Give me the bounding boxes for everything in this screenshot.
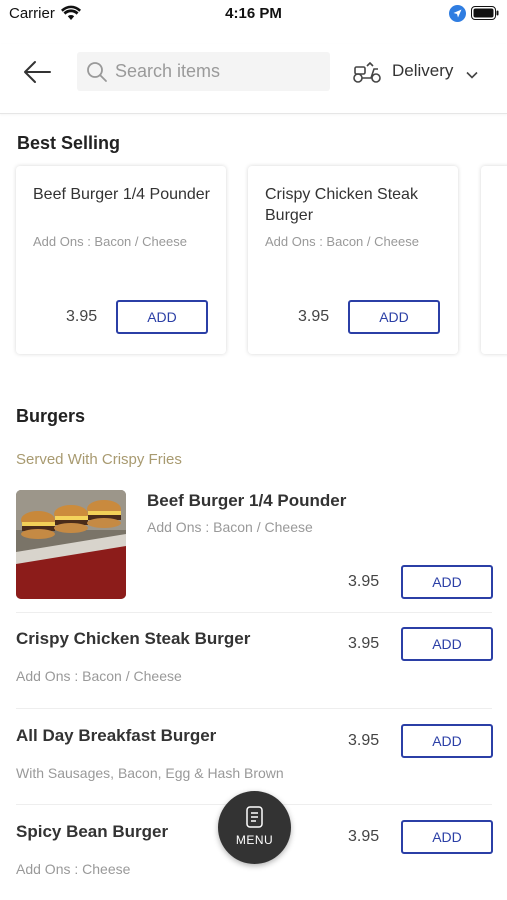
card-item-name: Crispy Chicken Steak Burger (265, 186, 418, 224)
menu-icon (245, 806, 264, 833)
card-item-price: 3.95 (66, 308, 98, 325)
add-button[interactable]: ADD (401, 627, 493, 661)
search-icon (86, 61, 108, 88)
menu-item-addons: Add Ons : Bacon / Cheese (147, 519, 313, 535)
menu-button[interactable]: MENU (218, 791, 291, 864)
menu-item-name: Crispy Chicken Steak Burger (16, 629, 251, 648)
burgers-section-title: Burgers (16, 406, 86, 426)
back-arrow-icon (24, 61, 51, 83)
best-selling-card-partial[interactable] (481, 166, 507, 354)
scooter-icon (352, 60, 382, 89)
chevron-down-icon (466, 66, 478, 84)
header-bar: Delivery (0, 44, 507, 114)
add-button[interactable]: ADD (401, 565, 493, 599)
menu-item-name: Beef Burger 1/4 Pounder (147, 491, 347, 510)
menu-item-addons: Add Ons : Cheese (16, 861, 131, 877)
back-button[interactable] (20, 58, 54, 86)
menu-item-price: 3.95 (348, 732, 380, 749)
menu-item-name: All Day Breakfast Burger (16, 726, 217, 745)
best-selling-title: Best Selling (17, 133, 121, 153)
best-selling-card[interactable]: Beef Burger 1/4 Pounder Add Ons : Bacon … (16, 166, 226, 354)
menu-button-label: MENU (235, 833, 274, 847)
battery-icon (471, 6, 499, 25)
menu-item-price: 3.95 (348, 573, 380, 590)
menu-item-addons: Add Ons : Bacon / Cheese (16, 668, 182, 684)
status-time: 4:16 PM (225, 5, 282, 22)
menu-item-price: 3.95 (348, 828, 380, 845)
card-item-name: Beef Burger 1/4 Pounder (33, 186, 211, 203)
best-selling-card[interactable]: Crispy Chicken Steak Burger Add Ons : Ba… (248, 166, 458, 354)
burgers-section-subtitle: Served With Crispy Fries (16, 451, 182, 468)
add-button[interactable]: ADD (401, 820, 493, 854)
search-input[interactable] (115, 52, 325, 91)
card-item-price: 3.95 (298, 308, 330, 325)
menu-item-addons: With Sausages, Bacon, Egg & Hash Brown (16, 765, 284, 781)
card-item-addons: Add Ons : Bacon / Cheese (265, 234, 419, 249)
menu-item-name: Spicy Bean Burger (16, 822, 169, 841)
search-box[interactable] (77, 52, 330, 91)
status-bar: Carrier 4:16 PM (0, 0, 507, 30)
divider (16, 612, 492, 613)
add-button[interactable]: ADD (116, 300, 208, 334)
card-item-addons: Add Ons : Bacon / Cheese (33, 234, 187, 249)
add-button[interactable]: ADD (348, 300, 440, 334)
item-photo[interactable] (16, 490, 126, 599)
delivery-label: Delivery (392, 61, 454, 80)
menu-item-price: 3.95 (348, 635, 380, 652)
divider (16, 708, 492, 709)
location-icon (449, 5, 466, 27)
delivery-mode-selector[interactable]: Delivery (352, 58, 492, 86)
add-button[interactable]: ADD (401, 724, 493, 758)
